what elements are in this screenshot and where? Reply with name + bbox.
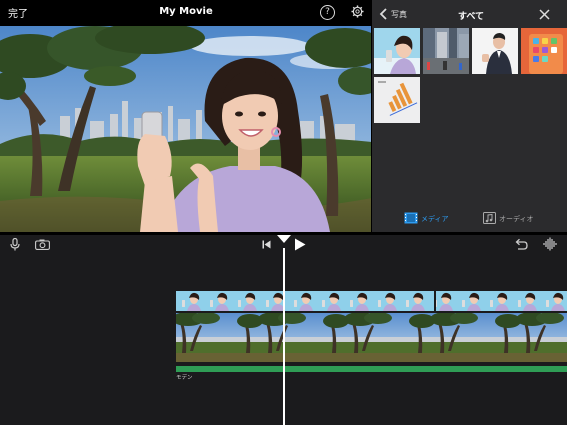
playhead[interactable]: [283, 248, 285, 425]
camera-icon[interactable]: [35, 239, 50, 250]
overlay-frame-thumbnail: [540, 291, 567, 311]
overlay-frame-thumbnail: [232, 291, 259, 311]
film-strip-icon[interactable]: [404, 212, 418, 224]
play-icon[interactable]: [294, 238, 306, 251]
segment-audio[interactable]: オーディオ: [499, 214, 534, 224]
chart-paper-image: [374, 77, 420, 123]
preview-frame-image: [0, 26, 372, 232]
businessman-image: [472, 28, 518, 74]
playhead-handle[interactable]: [277, 235, 291, 243]
city-street-image: [423, 28, 469, 74]
audio-track-label: モデン: [176, 375, 193, 381]
audio-waveform-icon[interactable]: [543, 237, 558, 251]
overlay-frame-thumbnail: [204, 291, 231, 311]
microphone-icon[interactable]: [10, 238, 20, 251]
help-icon[interactable]: ?: [320, 5, 335, 20]
back-button[interactable]: 写真: [391, 9, 407, 20]
woman-phone-image: [374, 28, 420, 74]
category-title: すべて: [458, 12, 485, 22]
overlay-video-clip[interactable]: [176, 291, 567, 311]
media-thumbnail[interactable]: [472, 28, 518, 74]
overlay-frame-thumbnail: [344, 291, 371, 311]
overlay-frame-thumbnail: [400, 291, 427, 311]
close-icon[interactable]: [539, 9, 550, 20]
project-title: My Movie: [159, 6, 213, 17]
media-thumbnail[interactable]: [423, 28, 469, 74]
overlay-frame-thumbnail: [372, 291, 399, 311]
chevron-left-icon[interactable]: [379, 8, 389, 20]
gear-icon[interactable]: [351, 5, 364, 18]
main-video-clip[interactable]: [176, 313, 567, 362]
overlay-frame-thumbnail: [456, 291, 483, 311]
segment-media[interactable]: メディア: [421, 214, 449, 224]
skip-to-start-icon[interactable]: [262, 240, 271, 249]
overlay-clip-filmstrip: [176, 291, 567, 311]
overlay-frame-thumbnail: [176, 291, 203, 311]
overlay-frame-thumbnail: [512, 291, 539, 311]
media-thumbnail[interactable]: [374, 77, 420, 123]
main-clip-filmstrip: [176, 313, 567, 362]
music-note-icon[interactable]: [483, 212, 496, 224]
video-preview[interactable]: [0, 26, 372, 232]
overlay-frame-thumbnail: [428, 291, 455, 311]
overlay-frame-thumbnail: [288, 291, 315, 311]
overlay-frame-thumbnail: [316, 291, 343, 311]
tablet-image: [521, 28, 567, 74]
overlay-frame-thumbnail: [484, 291, 511, 311]
background-music-track[interactable]: [176, 366, 567, 372]
undo-icon[interactable]: [514, 238, 528, 251]
media-thumbnail[interactable]: [521, 28, 567, 74]
media-thumbnail[interactable]: [374, 28, 420, 74]
